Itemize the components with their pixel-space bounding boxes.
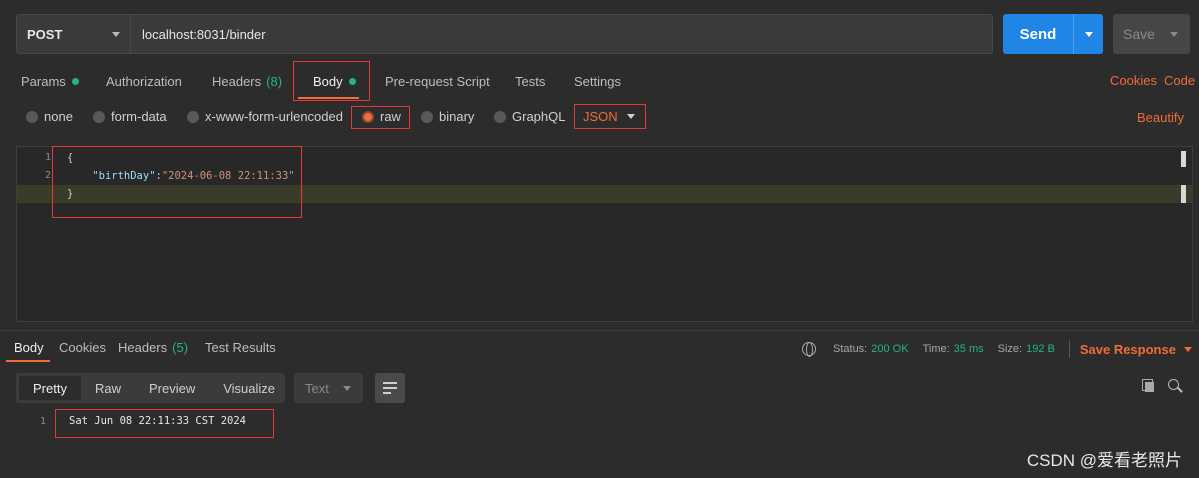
radio-icon: [26, 110, 38, 123]
save-button[interactable]: Save: [1113, 14, 1190, 54]
response-tab-body[interactable]: Body: [14, 340, 44, 355]
chevron-down-icon: [1170, 31, 1178, 37]
size-value[interactable]: 192 B: [1026, 343, 1055, 355]
chevron-down-icon: [627, 114, 635, 119]
view-pretty[interactable]: Pretty: [19, 376, 81, 400]
tab-headers[interactable]: Headers (8): [212, 64, 282, 98]
globe-icon[interactable]: [802, 342, 816, 357]
send-label: Send: [1019, 25, 1057, 43]
search-icon[interactable]: [1168, 379, 1182, 393]
format-label: JSON: [583, 109, 618, 124]
time-label: Time:: [922, 343, 950, 355]
line-number: 1: [44, 152, 51, 163]
view-preview[interactable]: Preview: [135, 376, 209, 400]
radio-urlencoded[interactable]: x-www-form-urlencoded: [187, 109, 343, 124]
radio-icon: [494, 110, 506, 123]
beautify-link[interactable]: Beautify: [1137, 110, 1184, 125]
line-number: 2: [44, 170, 51, 181]
radio-binary[interactable]: binary: [421, 109, 474, 124]
method-select[interactable]: POST: [17, 15, 131, 53]
response-status-bar: Status: 200 OK Time: 35 ms Size: 192 B Save…: [802, 340, 1192, 358]
scrollbar-thumb[interactable]: [1181, 151, 1186, 167]
tab-tests-label: Tests: [515, 73, 546, 89]
wrap-lines-button[interactable]: [375, 373, 405, 403]
highlight-box-response: [55, 409, 274, 438]
copy-icon[interactable]: [1142, 379, 1155, 393]
chevron-down-icon: [343, 385, 351, 391]
chevron-down-icon: [1183, 346, 1192, 352]
response-line-number: 1: [40, 416, 47, 427]
wrap-icon-line: [383, 387, 397, 389]
radio-graphql[interactable]: GraphQL: [494, 109, 565, 124]
tab-prerequest-script[interactable]: Pre-request Script: [385, 64, 490, 98]
radio-graphql-label: GraphQL: [512, 109, 566, 124]
radio-icon: [421, 110, 433, 123]
status-label: Status:: [833, 343, 868, 355]
method-label: POST: [27, 26, 63, 42]
highlight-box-request-body: [52, 146, 302, 218]
response-view-tabs: Pretty Raw Preview Visualize: [16, 373, 285, 403]
active-response-tab-underline: [6, 360, 50, 362]
radio-none[interactable]: none: [26, 109, 73, 124]
tab-authorization-label: Authorization: [106, 73, 182, 89]
size-label: Size:: [997, 343, 1023, 355]
request-bar: POST localhost:8031/binder: [16, 14, 993, 54]
highlight-box-body-tab: [293, 61, 370, 101]
radio-urlencoded-label: x-www-form-urlencoded: [205, 109, 343, 124]
cookies-link[interactable]: Cookies: [1110, 73, 1157, 88]
response-tab-headers[interactable]: Headers (5): [118, 340, 188, 355]
url-input[interactable]: localhost:8031/binder: [131, 15, 992, 53]
tab-settings[interactable]: Settings: [574, 64, 621, 98]
view-visualize[interactable]: Visualize: [209, 376, 289, 400]
tab-prerequest-label: Pre-request Script: [385, 73, 490, 89]
chevron-down-icon: [1084, 31, 1093, 37]
scrollbar-thumb[interactable]: [1181, 185, 1186, 203]
send-options-button[interactable]: [1073, 14, 1103, 54]
tab-settings-label: Settings: [574, 73, 621, 89]
response-tab-headers-label: Headers: [118, 340, 168, 355]
radio-icon: [187, 110, 199, 123]
watermark: CSDN @爱看老照片: [1026, 451, 1182, 470]
send-button[interactable]: Send: [1003, 14, 1103, 54]
radio-icon: [93, 110, 105, 123]
code-link[interactable]: Code: [1164, 73, 1195, 88]
radio-none-label: none: [44, 109, 73, 124]
tab-params[interactable]: Params: [21, 64, 79, 98]
view-raw[interactable]: Raw: [81, 376, 135, 400]
time-value[interactable]: 35 ms: [954, 343, 984, 355]
radio-form-data[interactable]: form-data: [93, 109, 167, 124]
highlight-box-raw: [351, 106, 410, 129]
status-value[interactable]: 200 OK: [871, 343, 908, 355]
tab-authorization[interactable]: Authorization: [106, 64, 182, 98]
save-response-button[interactable]: Save Response: [1080, 342, 1192, 357]
response-tab-test-results[interactable]: Test Results: [205, 340, 276, 355]
radio-binary-label: binary: [439, 109, 475, 124]
wrap-icon-line: [383, 382, 397, 384]
tab-params-label: Params: [21, 73, 66, 89]
request-tabs: Params Authorization Headers (8) Body Pre…: [0, 64, 1199, 98]
radio-form-data-label: form-data: [111, 109, 167, 124]
params-indicator-dot: [71, 77, 79, 85]
response-format-select[interactable]: Text: [294, 373, 363, 403]
wrap-icon-line: [383, 392, 391, 394]
response-headers-count: (5): [172, 340, 189, 355]
tab-tests[interactable]: Tests: [515, 64, 545, 98]
divider: [0, 330, 1199, 331]
format-select[interactable]: JSON: [574, 104, 646, 129]
response-tab-cookies[interactable]: Cookies: [59, 340, 106, 355]
tab-headers-label: Headers: [212, 73, 262, 89]
save-response-label: Save Response: [1079, 341, 1176, 357]
response-format-label: Text: [305, 380, 329, 396]
separator: [1068, 340, 1070, 358]
save-label: Save: [1123, 26, 1155, 42]
headers-count: (8): [266, 73, 283, 89]
chevron-down-icon: [112, 31, 120, 37]
